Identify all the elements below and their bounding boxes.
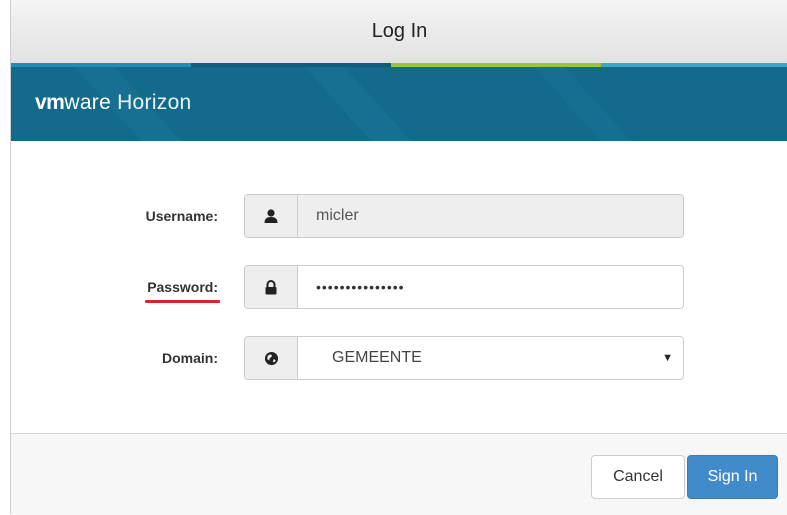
domain-label: Domain: [162, 350, 218, 366]
dialog-footer: Cancel Sign In [11, 433, 787, 515]
dropdown-caret-icon: ▼ [662, 352, 673, 364]
username-row: Username: [11, 194, 787, 238]
cancel-button[interactable]: Cancel [591, 455, 685, 499]
domain-row: Domain: GEMEENTE ▼ [11, 336, 787, 380]
dialog-title-bar: Log In [11, 0, 787, 64]
password-label: Password: [145, 265, 220, 309]
vmware-horizon-logo: vmware Horizon [35, 91, 192, 114]
domain-selected-value: GEMEENTE [332, 349, 422, 366]
username-field[interactable] [298, 195, 683, 237]
vmware-horizon-banner: vmware Horizon [11, 63, 787, 141]
user-icon [245, 195, 298, 237]
globe-icon [245, 337, 298, 379]
username-input-group [244, 194, 684, 238]
dialog-title: Log In [371, 20, 428, 42]
domain-select[interactable]: GEMEENTE ▼ [298, 337, 683, 379]
sign-in-button[interactable]: Sign In [687, 455, 778, 499]
domain-select-group: GEMEENTE ▼ [244, 336, 684, 380]
password-row: Password: ••••••••••••••• [11, 265, 787, 309]
username-label: Username: [145, 208, 218, 224]
lock-icon [245, 266, 298, 308]
password-field[interactable]: ••••••••••••••• [298, 266, 683, 308]
password-input-group: ••••••••••••••• [244, 265, 684, 309]
login-dialog: Log In vmware Horizon Username: micler P… [10, 0, 787, 515]
